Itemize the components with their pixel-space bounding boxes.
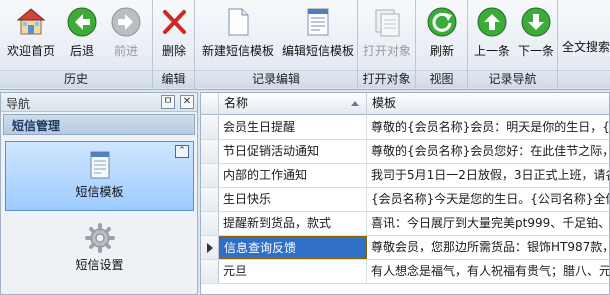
forward-button[interactable]: 前进 [104,4,148,66]
nav-header: 导航 ㅁ ✕ [1,93,197,112]
column-header-name[interactable]: 名称 [219,93,367,114]
cell-template[interactable]: 喜讯：今日展厅到大量完美pt999、千足铂、足 [367,212,609,235]
full-text-search-label: 全文搜索 [562,40,610,54]
refresh-button[interactable]: 刷新 [422,4,462,66]
collapse-icon[interactable]: ⌃ [175,145,189,158]
edit-template-button[interactable]: 编辑短信模板 [279,4,357,66]
next-record-button[interactable]: 下一条 [514,4,558,66]
new-template-button[interactable]: 新建短信模板 [199,4,277,66]
open-object-button[interactable]: 打开对象 [361,4,413,66]
nav-item-label: 短信设置 [75,258,124,272]
back-button[interactable]: 后退 [62,4,102,66]
cell-name[interactable]: 节日促销活动通知 [219,140,367,163]
ribbon-group-record-nav: 上一条 下一条 记录导航 [468,0,558,90]
table-row[interactable]: 内部的工作通知 我司于5月1日一2日放假，3日正式上班，请各 [201,164,609,188]
cell-name[interactable]: 生日快乐 [219,188,367,211]
grid-header: 名称 模板 [201,93,609,115]
gear-icon [84,223,115,253]
ribbon-group-history: 欢迎首页 后退 前进 历史 [0,0,153,90]
row-indicator[interactable] [201,188,219,211]
forward-label: 前进 [113,44,138,58]
table-row[interactable]: 元旦 有人想念是福气，有人祝福有贵气；腊八、元 [201,260,609,284]
nav-item-sms-templates[interactable]: ⌃ 短信模板 [5,141,194,211]
navigation-panel: 导航 ㅁ ✕ 短信管理 ⌃ 短信模板 短信设置 [0,92,198,295]
group-label-record-nav: 记录导航 [468,70,557,88]
new-document-icon [228,8,249,36]
cell-template[interactable]: {会员名称}今天是您的生日。{公司名称}全体 [367,188,609,211]
cell-template[interactable]: 我司于5月1日一2日放假，3日正式上班，请各 [367,164,609,187]
column-header-name-label: 名称 [224,96,249,110]
cell-template[interactable]: 尊敬的{会员名称}会员：明天是你的生日，{公 [367,116,609,139]
down-arrow-icon [521,7,551,37]
current-row-arrow-icon [207,243,213,253]
group-label-search [558,70,610,88]
column-header-template[interactable]: 模板 [367,93,609,114]
ribbon-toolbar: 欢迎首页 后退 前进 历史 删除 编辑 新建短信模板 编辑短信模板 记录编辑 打… [0,0,610,90]
open-object-label: 打开对象 [362,44,411,58]
full-text-search-button[interactable]: 全文搜索 [562,38,610,60]
nav-group-title: 短信管理 [12,119,61,133]
row-indicator[interactable] [201,236,219,259]
group-label-view: 视图 [416,70,467,88]
nav-title: 导航 [6,97,31,111]
sort-ascending-icon [351,101,359,106]
row-indicator[interactable] [201,116,219,139]
row-indicator[interactable] [201,140,219,163]
ribbon-group-view: 刷新 视图 [416,0,468,90]
nav-item-label: 短信模板 [75,185,124,199]
cell-template[interactable]: 有人想念是福气，有人祝福有贵气；腊八、元 [367,260,609,283]
ribbon-group-open-object: 打开对象 打开对象 [358,0,416,90]
welcome-home-label: 欢迎首页 [6,44,55,58]
header-indicator [201,93,219,114]
ribbon-group-record-edit: 新建短信模板 编辑短信模板 记录编辑 [195,0,358,90]
next-record-label: 下一条 [517,44,554,58]
up-arrow-icon [477,7,507,37]
pin-icon[interactable]: ㅁ [161,95,175,109]
row-indicator[interactable] [201,260,219,283]
table-row[interactable]: 生日快乐 {会员名称}今天是您的生日。{公司名称}全体 [201,188,609,212]
welcome-home-button[interactable]: 欢迎首页 [4,4,58,66]
cell-template[interactable]: 尊敬的{会员名称}会员您好：在此佳节之际， [367,140,609,163]
edit-document-icon [307,8,329,36]
group-label-edit: 编辑 [153,70,194,88]
nav-item-sms-settings[interactable]: 短信设置 [5,215,194,285]
sms-template-icon [90,151,109,179]
cell-name[interactable]: 元旦 [219,260,367,283]
column-header-template-label: 模板 [372,96,397,110]
forward-icon [111,7,141,37]
nav-group-sms-management[interactable]: 短信管理 [3,114,195,135]
close-icon[interactable]: ✕ [180,95,194,109]
ribbon-group-edit: 删除 编辑 [153,0,195,90]
cell-name[interactable]: 信息查询反馈 [219,236,367,259]
cell-name[interactable]: 会员生日提醒 [219,116,367,139]
table-row[interactable]: 节日促销活动通知 尊敬的{会员名称}会员您好：在此佳节之际， [201,140,609,164]
row-indicator[interactable] [201,164,219,187]
new-template-label: 新建短信模板 [201,44,274,58]
template-grid: 名称 模板 会员生日提醒 尊敬的{会员名称}会员：明天是你的生日，{公 节日促销… [200,92,610,295]
delete-icon [163,10,186,34]
group-label-open-object: 打开对象 [358,70,415,88]
cell-template[interactable]: 尊敬会员，您那边所需货品：银饰HT987款， [367,236,609,259]
cell-name[interactable]: 提醒新到货品，款式 [219,212,367,235]
cell-name[interactable]: 内部的工作通知 [219,164,367,187]
delete-button[interactable]: 删除 [155,4,193,66]
refresh-icon [427,7,457,37]
group-label-history: 历史 [0,70,152,88]
table-row-selected[interactable]: 信息查询反馈 尊敬会员，您那边所需货品：银饰HT987款， [201,236,609,260]
group-label-record-edit: 记录编辑 [195,70,357,88]
home-icon [16,8,46,35]
previous-record-label: 上一条 [473,44,510,58]
table-row[interactable]: 会员生日提醒 尊敬的{会员名称}会员：明天是你的生日，{公 [201,116,609,140]
previous-record-button[interactable]: 上一条 [470,4,514,66]
edit-template-label: 编辑短信模板 [281,44,354,58]
back-label: 后退 [69,44,94,58]
ribbon-group-search: 全文搜索 [558,0,610,90]
back-icon [67,7,97,37]
open-object-icon [375,9,400,37]
table-row[interactable]: 提醒新到货品，款式 喜讯：今日展厅到大量完美pt999、千足铂、足 [201,212,609,236]
row-indicator[interactable] [201,212,219,235]
refresh-label: 刷新 [429,44,454,58]
delete-label: 删除 [161,44,186,58]
